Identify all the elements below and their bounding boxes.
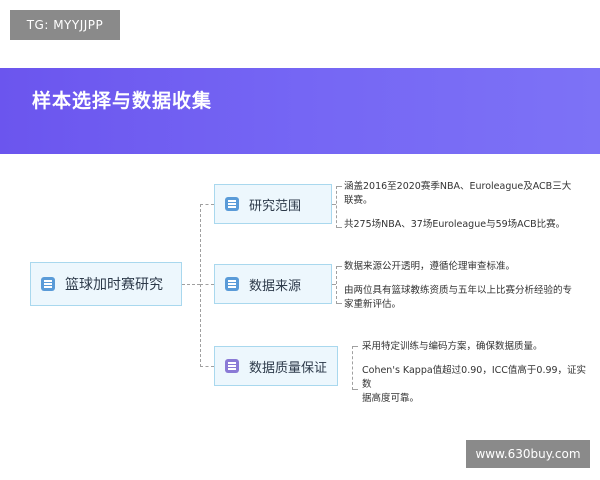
branch-label-scope: 研究范围	[249, 198, 302, 214]
page-title: 样本选择与数据收集	[32, 90, 213, 112]
leaf-source-2: 由两位具有篮球教练资质与五年以上比赛分析经验的专 家重新评估。	[344, 284, 580, 312]
leaf-line: Cohen's Kappa值超过0.90，ICC值高于0.99，证实数	[362, 365, 587, 390]
leaf-scope-1: 涵盖2016至2020赛季NBA、Euroleague及ACB三大 联赛。	[344, 180, 580, 208]
basketball-data-icon	[41, 277, 55, 291]
branch-label-source: 数据来源	[249, 278, 302, 294]
bracket-1	[336, 186, 342, 228]
leaf-line: 数据来源公开透明，遵循伦理审查标准。	[344, 261, 516, 272]
watermark-top: TG: MYYJJPP	[10, 10, 120, 40]
connector-branch-1	[200, 204, 214, 205]
bracket-2	[336, 266, 342, 304]
connector-branch-3	[200, 366, 214, 367]
header-band: 样本选择与数据收集	[0, 68, 600, 154]
branch-node-source: 数据来源	[214, 264, 332, 304]
leaf-scope-2: 共275场NBA、37场Euroleague与59场ACB比赛。	[344, 218, 580, 232]
leaf-quality-1: 采用特定训练与编码方案，确保数据质量。	[362, 340, 590, 354]
leaf-line: 涵盖2016至2020赛季NBA、Euroleague及ACB三大	[344, 181, 572, 192]
leaf-quality-2: Cohen's Kappa值超过0.90，ICC值高于0.99，证实数 据高度可…	[362, 364, 590, 406]
leaf-line: 家重新评估。	[344, 299, 402, 310]
leaf-line: 由两位具有篮球教练资质与五年以上比赛分析经验的专	[344, 285, 573, 296]
user-data-icon	[225, 277, 239, 291]
leaf-source-1: 数据来源公开透明，遵循伦理审查标准。	[344, 260, 580, 274]
root-label: 篮球加时赛研究	[65, 277, 163, 293]
root-node: 篮球加时赛研究	[30, 262, 182, 306]
inbox-icon	[225, 359, 239, 373]
branch-node-scope: 研究范围	[214, 184, 332, 224]
watermark-bottom: www.630buy.com	[466, 440, 590, 468]
leaf-line: 采用特定训练与编码方案，确保数据质量。	[362, 341, 543, 352]
leaf-line: 共275场NBA、37场Euroleague与59场ACB比赛。	[344, 219, 566, 230]
branch-node-quality: 数据质量保证	[214, 346, 338, 386]
branch-label-quality: 数据质量保证	[249, 360, 328, 376]
connector-root	[182, 284, 200, 285]
leaf-line: 据高度可靠。	[362, 393, 420, 404]
connector-spine	[200, 204, 201, 367]
connector-branch-2	[200, 284, 214, 285]
bracket-3	[352, 346, 358, 390]
document-icon	[225, 197, 239, 211]
leaf-line: 联赛。	[344, 195, 373, 206]
